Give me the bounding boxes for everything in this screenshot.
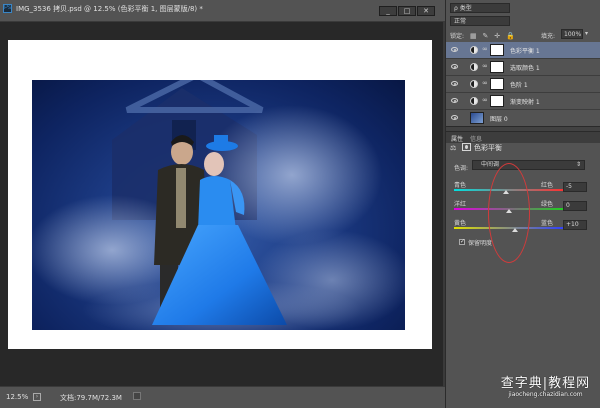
watermark: 查字典|教程网 jiaocheng.chazidian.com (493, 372, 598, 398)
properties-tabs: 属性 信息 (446, 132, 600, 143)
layer-row-gradient-map[interactable]: ∞ 渐变映射 1 (446, 93, 600, 110)
lock-all-icon[interactable]: 🔒 (506, 32, 515, 40)
adjustment-layer-icon (470, 97, 478, 105)
watermark-sub: jiaocheng.chazidian.com (508, 391, 583, 398)
visibility-eye-icon[interactable] (451, 47, 458, 52)
blend-mode-select[interactable]: 正常 (450, 16, 510, 26)
annotation-ellipse (488, 163, 530, 263)
wedding-photo (32, 80, 405, 330)
lock-label: 锁定: (450, 33, 465, 40)
blue-label: 蓝色 (541, 220, 554, 227)
tab-properties[interactable]: 属性 (451, 134, 463, 143)
chevron-down-icon: ⇕ (575, 161, 581, 168)
layer-mask-thumbnail[interactable] (490, 78, 504, 90)
adjustment-layer-icon (470, 46, 478, 54)
cyan-red-value-input[interactable]: -5 (563, 182, 587, 192)
magenta-label: 洋红 (454, 201, 467, 208)
layer-row-levels[interactable]: ∞ 色阶 1 (446, 76, 600, 93)
status-menu-icon[interactable]: › (33, 393, 41, 401)
tone-select[interactable]: 中间调 ⇕ (472, 160, 585, 170)
visibility-eye-icon[interactable] (451, 115, 458, 120)
document-title: IMG_3536 拷贝.psd @ 12.5% (色彩平衡 1, 图层蒙版/8)… (16, 5, 203, 13)
link-chain-icon[interactable]: ∞ (482, 45, 488, 53)
layer-mask-thumbnail[interactable] (490, 95, 504, 107)
photoshop-icon: Ps (3, 4, 12, 13)
layer-name: 色彩平衡 1 (510, 48, 540, 55)
lock-transparent-icon[interactable]: ▦ (470, 32, 477, 40)
properties-title: 色彩平衡 (474, 144, 502, 152)
document-size: 文档:79.7M/72.3M (60, 394, 122, 402)
lock-position-icon[interactable]: ✛ (494, 32, 500, 40)
visibility-eye-icon[interactable] (451, 64, 458, 69)
layer-row-layer-0[interactable]: 图层 0 (446, 110, 600, 127)
zoom-level[interactable]: 12.5% (6, 393, 28, 401)
watermark-main: 查字典|教程网 (500, 376, 591, 391)
color-balance-icon[interactable]: ⚖ (450, 144, 456, 152)
link-chain-icon[interactable]: ∞ (482, 96, 488, 104)
fill-label: 填充: (541, 33, 556, 40)
yellow-blue-value-input[interactable]: +10 (563, 220, 587, 230)
layer-image-thumbnail (470, 112, 484, 124)
layer-row-color-balance[interactable]: ∞ 色彩平衡 1 (446, 42, 600, 59)
layer-mask-thumbnail[interactable] (490, 44, 504, 56)
status-scroll-arrow[interactable] (133, 392, 141, 400)
minimize-button[interactable]: _ (379, 6, 397, 16)
document-tab[interactable]: Ps IMG_3536 拷贝.psd @ 12.5% (色彩平衡 1, 图层蒙版… (0, 0, 445, 22)
cyan-label: 青色 (454, 182, 467, 189)
tone-value: 中间调 (481, 161, 500, 168)
photo-illustration (32, 80, 405, 330)
red-label: 红色 (541, 182, 554, 189)
layer-filter-select[interactable]: ρ 类型 (450, 3, 510, 13)
status-bar: 12.5% › 文档:79.7M/72.3M (0, 386, 445, 408)
link-chain-icon[interactable]: ∞ (482, 79, 488, 87)
document-window: Ps IMG_3536 拷贝.psd @ 12.5% (色彩平衡 1, 图层蒙版… (0, 0, 445, 408)
layer-name: 色阶 1 (510, 82, 528, 89)
fill-dropdown-icon[interactable]: ▾ (585, 30, 588, 37)
tone-label: 色调: (454, 165, 469, 172)
visibility-eye-icon[interactable] (451, 98, 458, 103)
layer-name: 图层 0 (490, 116, 508, 123)
yellow-label: 黄色 (454, 220, 467, 227)
mask-icon[interactable] (462, 143, 471, 151)
layers-list: ∞ 色彩平衡 1 ∞ 选取颜色 1 ∞ 色阶 1 ∞ 渐变映射 1 图层 0 (446, 42, 600, 127)
preserve-luminosity-checkbox[interactable]: ✓ (459, 239, 465, 245)
magenta-green-value-input[interactable]: 0 (563, 201, 587, 211)
layer-name: 选取颜色 1 (510, 65, 540, 72)
lock-pixels-icon[interactable]: ✎ (483, 32, 489, 40)
preserve-luminosity-label: 保留明度 (468, 240, 493, 247)
fill-input[interactable]: 100% (561, 29, 583, 39)
lock-row: 锁定: ▦ ✎ ✛ 🔒 (450, 31, 515, 40)
layer-mask-thumbnail[interactable] (490, 61, 504, 73)
maximize-button[interactable]: □ (398, 6, 416, 16)
tab-info[interactable]: 信息 (470, 134, 482, 143)
layer-row-selective-color[interactable]: ∞ 选取颜色 1 (446, 59, 600, 76)
adjustment-layer-icon (470, 80, 478, 88)
visibility-eye-icon[interactable] (451, 81, 458, 86)
adjustment-layer-icon (470, 63, 478, 71)
close-button[interactable]: ✕ (417, 6, 435, 16)
link-chain-icon[interactable]: ∞ (482, 62, 488, 70)
green-label: 绿色 (541, 201, 554, 208)
layer-name: 渐变映射 1 (510, 99, 540, 106)
